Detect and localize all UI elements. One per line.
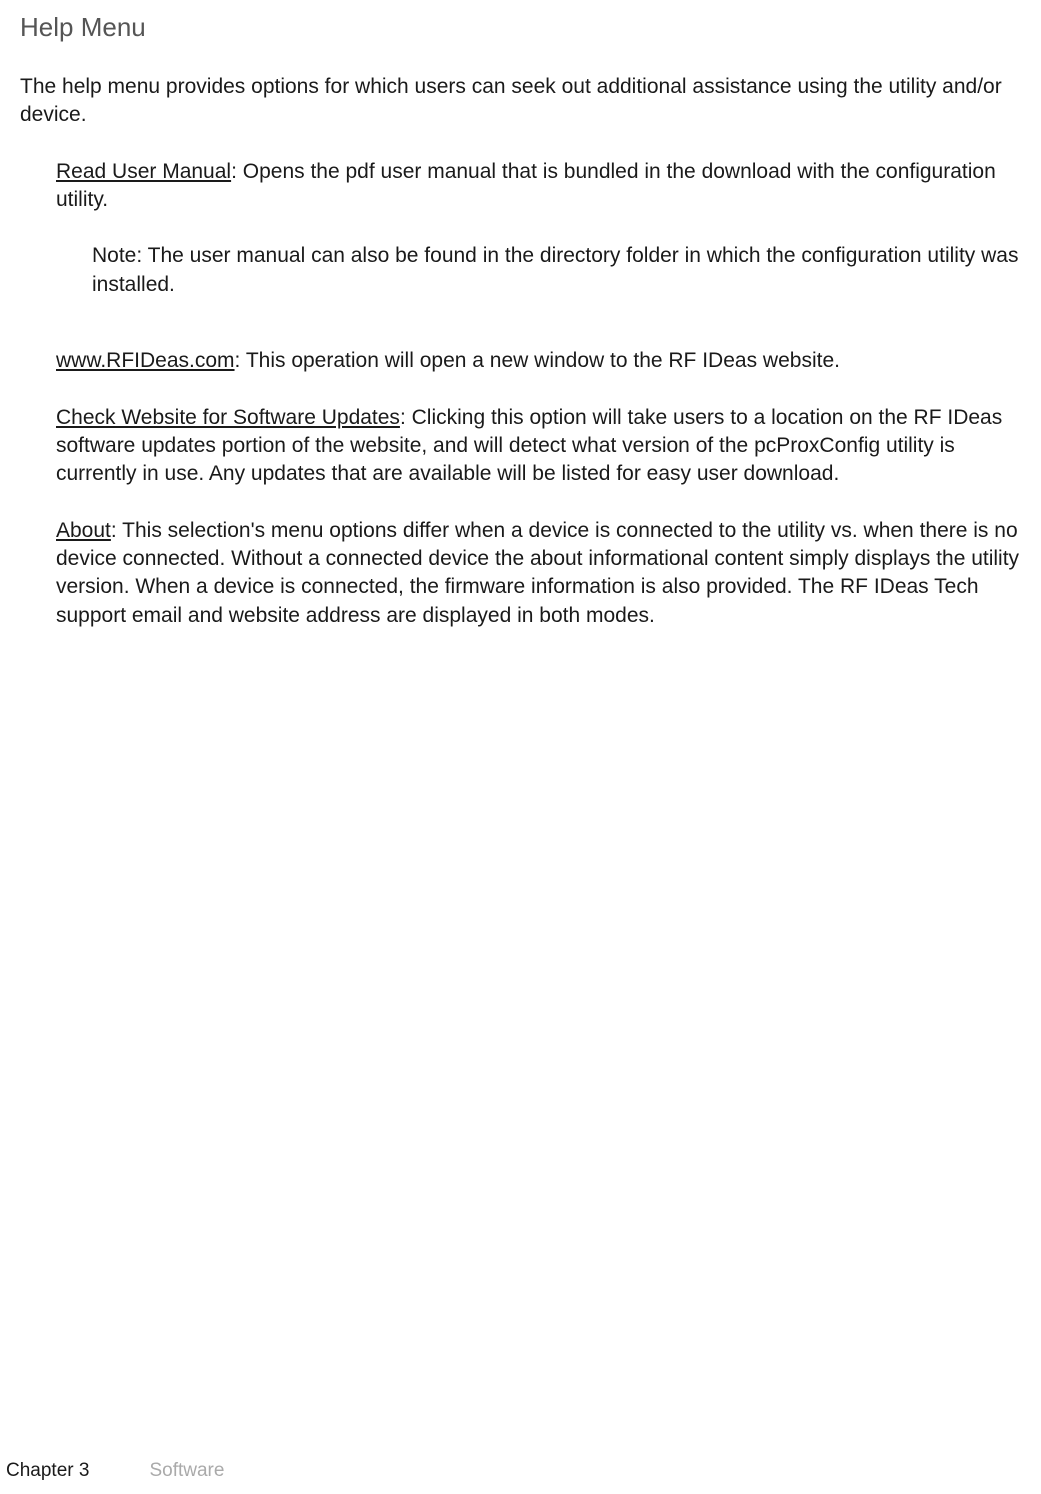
footer-chapter: Chapter 3 xyxy=(6,1460,89,1481)
item-check-updates: Check Website for Software Updates: Clic… xyxy=(56,404,1021,489)
footer-section: Software xyxy=(149,1460,224,1481)
item-about: About: This selection's menu options dif… xyxy=(56,517,1021,630)
item-text: : This selection's menu options differ w… xyxy=(56,519,1019,627)
intro-paragraph: The help menu provides options for which… xyxy=(20,73,1021,130)
section-title: Help Menu xyxy=(20,10,1021,45)
item-label: About xyxy=(56,519,111,542)
note-block: Note: The user manual can also be found … xyxy=(92,242,1021,299)
item-label: Check Website for Software Updates xyxy=(56,406,400,429)
item-text: : This operation will open a new window … xyxy=(235,349,840,372)
item-label: www.RFIDeas.com xyxy=(56,349,235,372)
item-website: www.RFIDeas.com: This operation will ope… xyxy=(56,347,1021,375)
item-label: Read User Manual xyxy=(56,160,231,183)
item-read-user-manual: Read User Manual: Opens the pdf user man… xyxy=(56,158,1021,215)
page-footer: Chapter 3 Software xyxy=(6,1458,224,1484)
